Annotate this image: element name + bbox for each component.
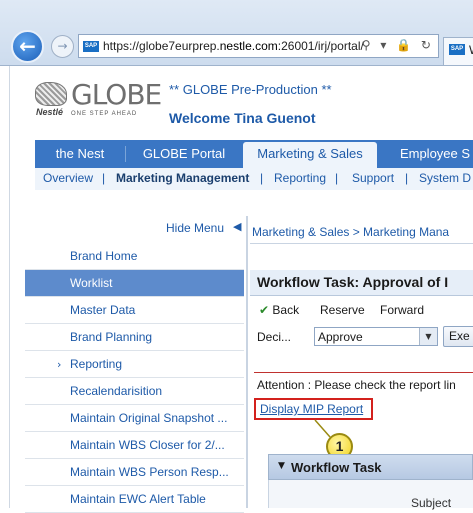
expand-down-icon: ▼ (278, 461, 285, 471)
subnav-marketing-management[interactable]: Marketing Management (116, 171, 249, 185)
menu-item-brand-planning[interactable]: Brand Planning (25, 324, 244, 351)
menu-item-brand-home[interactable]: Brand Home (25, 243, 244, 270)
highlight-box: Display MIP Report (254, 398, 373, 420)
subnav-separator: | (260, 171, 264, 185)
menu-item-recalendarisition[interactable]: Recalendarisition (25, 378, 244, 405)
menu-item-maintain-wbs-person-resp[interactable]: Maintain WBS Person Resp... (25, 459, 244, 486)
menu-divider (246, 216, 248, 508)
tab-title: W (469, 43, 473, 57)
topnav-globe-portal[interactable]: GLOBE Portal (126, 140, 242, 168)
menu-item-maintain-ewc-alert-table[interactable]: Maintain EWC Alert Table (25, 486, 244, 513)
subnav-support[interactable]: Support (352, 171, 394, 185)
workflow-toolbar: ✔ Back Reserve Forward (250, 298, 473, 324)
decision-select[interactable]: Approve ▼ (314, 327, 438, 346)
page-title: Workflow Task: Approval of I (257, 274, 449, 290)
logo-tagline: ONE STEP AHEAD (71, 111, 138, 117)
execute-button[interactable]: Exe (443, 326, 473, 347)
menu-item-label: Reporting (70, 357, 123, 371)
top-navigation: the Nest GLOBE Portal Marketing & Sales … (35, 140, 473, 168)
address-bar-icons[interactable]: ⚲ ▾ 🔒 ↻ (362, 38, 434, 52)
decision-value: Approve (318, 330, 363, 344)
logo-name: GLOBE (71, 78, 162, 111)
url-prefix: https://globe7eurprep. (103, 39, 220, 53)
content-divider (250, 243, 473, 244)
menu-item-maintain-original-snapshot[interactable]: Maintain Original Snapshot ... (25, 405, 244, 432)
sap-favicon-icon: SAP (83, 41, 99, 52)
back-button-label: Back (272, 303, 300, 317)
subnav-overview[interactable]: Overview (43, 171, 93, 185)
forward-arrow-icon[interactable]: → (51, 35, 74, 58)
forward-button[interactable]: Forward (380, 303, 424, 317)
logo-brand: Nestlé (36, 107, 64, 117)
menu-item-maintain-wbs-closer[interactable]: Maintain WBS Closer for 2/... (25, 432, 244, 459)
hide-menu-link[interactable]: Hide Menu (166, 221, 224, 235)
topnav-marketing-sales[interactable]: Marketing & Sales (243, 142, 377, 168)
url-domain: nestle.com (219, 39, 278, 53)
menu-item-worklist[interactable]: Worklist (25, 270, 244, 297)
collapse-left-icon[interactable]: ◀ (233, 220, 241, 233)
address-bar[interactable]: SAP https://globe7eurprep.nestle.com:260… (78, 34, 439, 58)
menu-item-master-data[interactable]: Master Data (25, 297, 244, 324)
display-mip-report-link[interactable]: Display MIP Report (260, 402, 363, 416)
detailed-navigation-menu: Brand Home Worklist Master Data Brand Pl… (25, 243, 244, 513)
subnav-system-d[interactable]: System D (419, 171, 471, 185)
nestle-nest-logo-icon (35, 82, 67, 106)
subnav-reporting[interactable]: Reporting (274, 171, 326, 185)
back-button[interactable]: ✔ Back (259, 303, 299, 317)
tab-favicon-icon: SAP (449, 44, 465, 55)
reserve-button[interactable]: Reserve (320, 303, 365, 317)
breadcrumb[interactable]: Marketing & Sales > Marketing Mana (252, 225, 449, 239)
second-level-navigation: Overview | Marketing Management | Report… (35, 168, 473, 190)
back-arrow-icon[interactable]: ← (11, 30, 44, 63)
browser-toolbar: ← → SAP https://globe7eurprep.nestle.com… (0, 0, 473, 66)
workflow-task-panel-title: Workflow Task (291, 460, 382, 475)
url-text[interactable]: https://globe7eurprep.nestle.com:26001/i… (103, 39, 364, 53)
welcome-message: Welcome Tina Guenot (169, 110, 316, 126)
workflow-task-header: Workflow Task: Approval of I (250, 270, 473, 296)
topnav-employee-self-service[interactable]: Employee S (380, 140, 473, 168)
subnav-separator: | (102, 171, 106, 185)
globe-logo: Nestlé GLOBE ONE STEP AHEAD (35, 78, 162, 120)
dropdown-arrow-icon[interactable]: ▼ (419, 328, 437, 345)
decision-label: Deci... (257, 330, 292, 344)
workflow-task-panel-header[interactable]: ▼ Workflow Task (268, 454, 473, 480)
chevron-right-icon: › (57, 358, 62, 371)
environment-label: ** GLOBE Pre-Production ** (169, 82, 332, 97)
url-suffix: :26001/irj/portal/ (277, 39, 364, 53)
subnav-separator: | (335, 171, 339, 185)
attention-divider (254, 372, 473, 373)
checkmark-icon: ✔ (259, 303, 270, 317)
portal-page: Nestlé GLOBE ONE STEP AHEAD ** GLOBE Pre… (0, 66, 473, 513)
menu-item-reporting[interactable]: › Reporting (25, 351, 244, 378)
subnav-separator: | (405, 171, 409, 185)
attention-message: Attention : Please check the report lin (257, 378, 456, 392)
browser-tab[interactable]: SAP W (443, 37, 473, 65)
topnav-the-nest[interactable]: the Nest (35, 140, 125, 168)
page-left-border (9, 66, 10, 508)
